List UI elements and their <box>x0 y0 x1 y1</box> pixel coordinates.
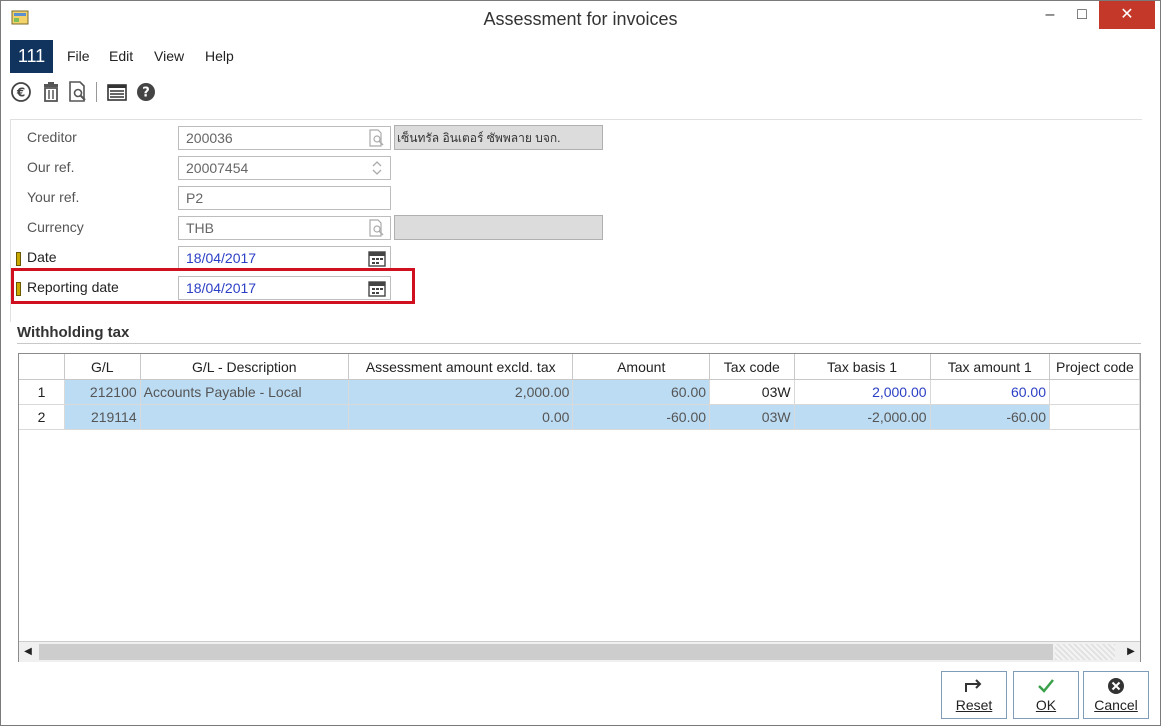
currency-description <box>394 215 603 240</box>
gl-cell[interactable]: 212100 <box>64 379 141 405</box>
amount-cell[interactable]: 60.00 <box>572 379 711 405</box>
calendar-icon[interactable] <box>368 249 386 267</box>
trash-icon[interactable] <box>40 81 62 103</box>
table-header-row: G/L G/L - Description Assessment amount … <box>19 354 1140 380</box>
tax-code-cell[interactable]: 03W <box>709 404 795 430</box>
menu-help[interactable]: Help <box>205 48 234 64</box>
cancel-icon <box>1108 678 1124 694</box>
gl-cell[interactable]: 219114 <box>64 404 141 430</box>
project-code-cell[interactable] <box>1049 404 1140 430</box>
horizontal-scrollbar[interactable]: ◀ ▶ <box>19 641 1140 662</box>
lookup-icon[interactable] <box>368 219 386 237</box>
column-header[interactable]: Tax code <box>709 354 795 380</box>
table-row[interactable]: 2 219114 0.00 -60.00 03W -2,000.00 -60.0… <box>19 404 1140 430</box>
euro-icon[interactable]: € <box>10 81 32 103</box>
column-header[interactable]: Amount <box>572 354 711 380</box>
our-ref-field[interactable]: 20007454 <box>178 156 391 180</box>
date-value: 18/04/2017 <box>186 250 257 266</box>
company-number: 111 <box>10 40 53 73</box>
window-title: Assessment for invoices <box>483 9 678 29</box>
column-header[interactable]: Tax amount 1 <box>930 354 1051 380</box>
highlight-box <box>11 268 415 304</box>
withholding-tax-grid[interactable]: G/L G/L - Description Assessment amount … <box>18 353 1141 662</box>
row-number[interactable]: 2 <box>19 404 65 430</box>
our-ref-label: Our ref. <box>27 159 75 175</box>
project-code-cell[interactable] <box>1049 379 1140 405</box>
svg-text:€: € <box>16 86 25 100</box>
column-header[interactable]: Tax basis 1 <box>794 354 931 380</box>
assessment-cell[interactable]: 2,000.00 <box>348 379 574 405</box>
cancel-label: Cancel <box>1094 697 1138 713</box>
list-icon[interactable] <box>106 81 128 103</box>
tax-amount-cell[interactable]: -60.00 <box>930 404 1051 430</box>
scroll-left-icon[interactable]: ◀ <box>19 642 37 662</box>
title-bar: Assessment for invoices – □ ✕ <box>1 1 1160 37</box>
assessment-window: Assessment for invoices – □ ✕ 111 File E… <box>0 0 1161 726</box>
document-search-icon[interactable] <box>67 81 89 103</box>
reset-button[interactable]: Reset <box>941 671 1007 719</box>
table-row[interactable]: 1 212100 Accounts Payable - Local 2,000.… <box>19 379 1140 405</box>
withholding-tax-table: G/L G/L - Description Assessment amount … <box>19 354 1140 430</box>
column-header[interactable]: Project code <box>1049 354 1140 380</box>
column-header <box>19 354 65 380</box>
section-divider <box>17 343 1141 344</box>
gl-description-cell[interactable] <box>140 404 349 430</box>
help-icon[interactable]: ? <box>135 81 157 103</box>
date-field[interactable]: 18/04/2017 <box>178 246 391 270</box>
reset-icon <box>965 679 982 692</box>
required-marker <box>16 252 21 266</box>
ok-button[interactable]: OK <box>1013 671 1079 719</box>
column-header[interactable]: Assessment amount excld. tax <box>348 354 574 380</box>
reset-label: Reset <box>955 697 993 713</box>
column-header[interactable]: G/L - Description <box>140 354 349 380</box>
gl-description-cell[interactable]: Accounts Payable - Local <box>140 379 349 405</box>
menu-file[interactable]: File <box>67 48 90 64</box>
menu-edit[interactable]: Edit <box>109 48 133 64</box>
creditor-label: Creditor <box>27 129 77 145</box>
svg-text:?: ? <box>142 86 150 101</box>
menu-bar: 111 File Edit View Help <box>10 40 1150 73</box>
our-ref-value: 20007454 <box>186 160 249 176</box>
row-number[interactable]: 1 <box>19 379 65 405</box>
lookup-icon[interactable] <box>368 129 386 147</box>
toolbar: € ? <box>10 79 1150 105</box>
toolbar-separator <box>96 82 97 102</box>
section-title: Withholding tax <box>17 324 130 341</box>
tax-amount-cell[interactable]: 60.00 <box>930 379 1051 405</box>
scrollbar-thumb[interactable] <box>39 644 1053 660</box>
spinner-icon[interactable] <box>368 159 386 177</box>
currency-field[interactable]: THB <box>178 216 391 240</box>
close-button[interactable]: ✕ <box>1099 1 1155 29</box>
tax-code-cell[interactable]: 03W <box>709 379 795 405</box>
date-label: Date <box>27 249 57 265</box>
your-ref-field[interactable]: P2 <box>178 186 391 210</box>
creditor-description: เซ็นทรัล อินเตอร์ ซัพพลาย บจก. <box>394 125 603 150</box>
currency-label: Currency <box>27 219 84 235</box>
creditor-value: 200036 <box>186 130 233 146</box>
assessment-cell[interactable]: 0.00 <box>348 404 574 430</box>
maximize-button[interactable]: □ <box>1060 1 1104 29</box>
your-ref-label: Your ref. <box>27 189 80 205</box>
currency-value: THB <box>186 220 214 236</box>
amount-cell[interactable]: -60.00 <box>572 404 711 430</box>
ok-label: OK <box>1035 697 1057 713</box>
column-header[interactable]: G/L <box>64 354 141 380</box>
tax-basis-cell[interactable]: 2,000.00 <box>794 379 931 405</box>
scroll-right-icon[interactable]: ▶ <box>1122 642 1140 662</box>
check-icon <box>1038 679 1054 693</box>
scrollbar-track[interactable] <box>1055 644 1115 660</box>
creditor-field[interactable]: 200036 <box>178 126 391 150</box>
your-ref-value: P2 <box>186 190 204 206</box>
cancel-button[interactable]: Cancel <box>1083 671 1149 719</box>
menu-view[interactable]: View <box>154 48 184 64</box>
tax-basis-cell[interactable]: -2,000.00 <box>794 404 931 430</box>
